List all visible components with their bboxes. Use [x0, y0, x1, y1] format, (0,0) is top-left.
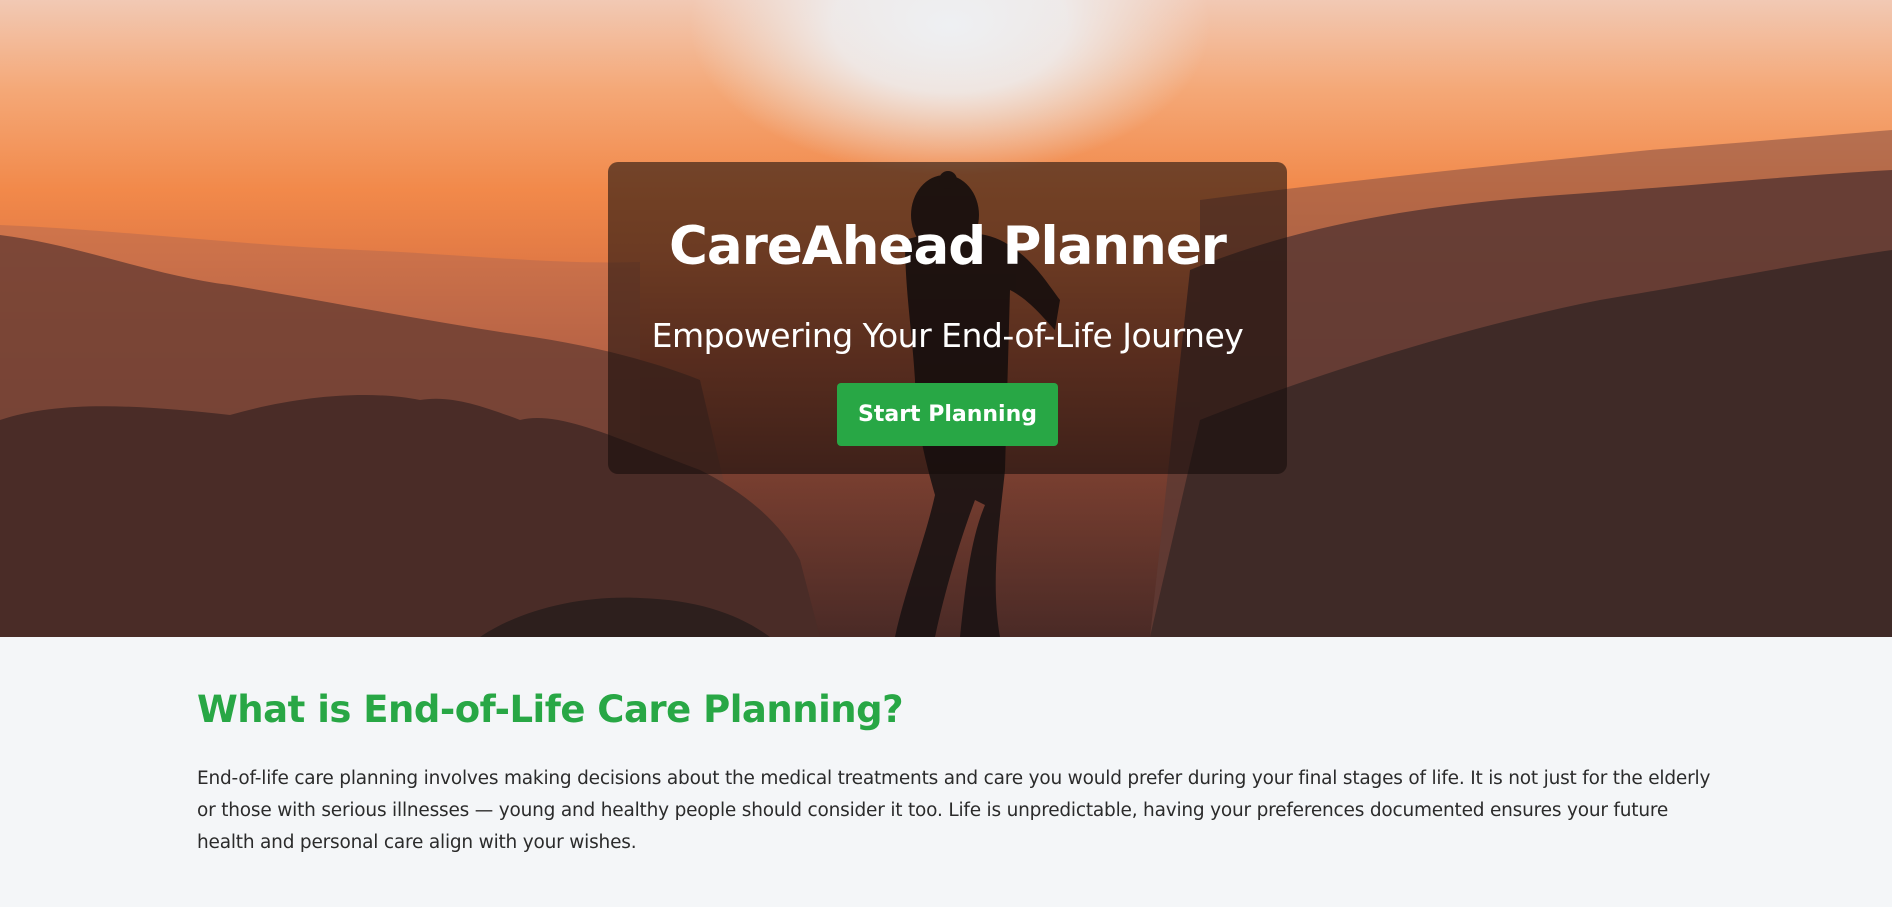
hero-subtitle: Empowering Your End-of-Life Journey	[651, 316, 1244, 355]
section-paragraph: End-of-life care planning involves makin…	[197, 768, 1711, 853]
hero-card: CareAhead Planner Empowering Your End-of…	[608, 162, 1287, 474]
hero-title: CareAhead Planner	[669, 216, 1227, 277]
start-planning-button[interactable]: Start Planning	[837, 383, 1058, 446]
section-heading: What is End-of-Life Care Planning?	[197, 688, 904, 731]
hero-banner: CareAhead Planner Empowering Your End-of…	[0, 0, 1892, 637]
